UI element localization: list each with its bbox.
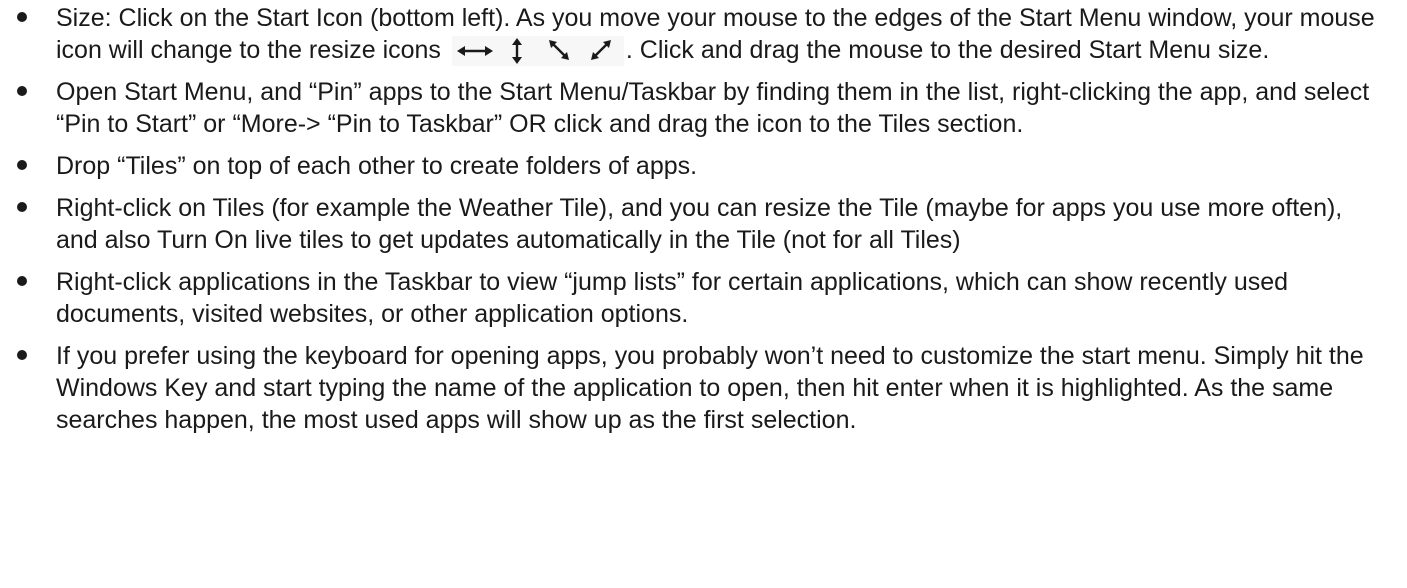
bullet-dot-icon	[17, 276, 27, 287]
diagonal-resize-nwse-icon	[538, 36, 580, 66]
list-item-jump-lists: Right-click applications in the Taskbar …	[0, 266, 1400, 330]
horizontal-resize-icon	[454, 36, 496, 66]
drop-tiles-text: Drop “Tiles” on top of each other to cre…	[56, 152, 698, 181]
document-page: Size: Click on the Start Icon (bottom le…	[0, 0, 1407, 588]
bullet-dot-icon	[17, 12, 27, 22]
bullet-dot-icon	[17, 86, 27, 97]
bullet-dot-icon	[17, 202, 27, 213]
diagonal-resize-nesw-icon	[580, 36, 622, 66]
bullet-list: Size: Click on the Start Icon (bottom le…	[0, 2, 1400, 446]
list-item-resize-tiles: Right-click on Tiles (for example the We…	[0, 192, 1400, 256]
pin-apps-text: Open Start Menu, and “Pin” apps to the S…	[56, 78, 1370, 139]
list-item-keyboard: If you prefer using the keyboard for ope…	[0, 340, 1400, 436]
resize-icons-group	[451, 36, 624, 67]
list-item-pin-apps: Open Start Menu, and “Pin” apps to the S…	[0, 76, 1400, 140]
size-text-after: . Click and drag the mouse to the desire…	[625, 36, 1270, 64]
keyboard-text: If you prefer using the keyboard for ope…	[56, 342, 1364, 435]
list-item-drop-tiles: Drop “Tiles” on top of each other to cre…	[0, 150, 1400, 182]
list-item-size: Size: Click on the Start Icon (bottom le…	[0, 2, 1400, 67]
resize-tiles-text: Right-click on Tiles (for example the We…	[56, 194, 1343, 255]
jump-lists-text: Right-click applications in the Taskbar …	[56, 268, 1289, 329]
bullet-dot-icon	[17, 350, 27, 361]
vertical-resize-icon	[496, 36, 538, 66]
bullet-dot-icon	[17, 160, 27, 171]
